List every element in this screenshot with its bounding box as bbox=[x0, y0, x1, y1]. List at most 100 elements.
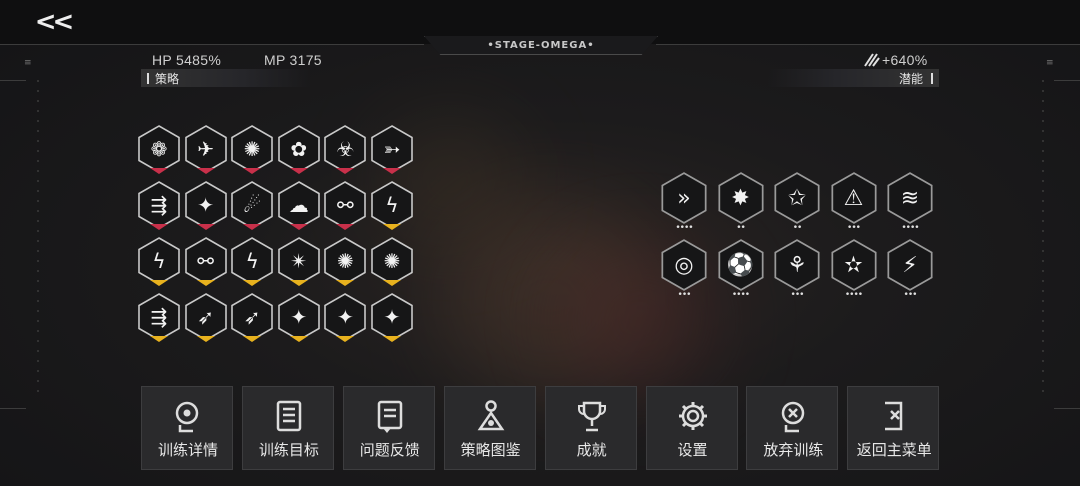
strategy-slot[interactable]: ✺ bbox=[230, 125, 274, 179]
potential-slot[interactable]: ⚠ ••• bbox=[830, 172, 878, 233]
menu-button-5[interactable]: 设置 bbox=[645, 386, 738, 470]
strategy-slot[interactable]: ⇶ bbox=[137, 293, 181, 347]
menu-button-2[interactable]: 问题反馈 bbox=[342, 386, 435, 470]
lightning-icon: ϟ bbox=[245, 249, 259, 273]
blossom-icon: ✿ bbox=[290, 137, 308, 161]
strategy-slot[interactable]: ☄ bbox=[230, 181, 274, 235]
potential-slot[interactable]: ✫ •••• bbox=[830, 239, 878, 300]
red-rank-chevron bbox=[150, 168, 168, 174]
strategy-slot[interactable]: ✦ bbox=[323, 293, 367, 347]
gold-rank-chevron bbox=[196, 280, 215, 286]
strategy-slot[interactable]: ➳ bbox=[370, 125, 414, 179]
gold-rank-chevron bbox=[383, 224, 401, 230]
strategy-slot[interactable]: ✺ bbox=[370, 237, 414, 291]
triangle-warning-icon: ⚠ bbox=[843, 185, 864, 211]
red-rank-chevron bbox=[336, 224, 355, 230]
gold-rank-chevron bbox=[336, 280, 355, 286]
gold-rank-chevron bbox=[243, 336, 262, 342]
potential-title: 潜能 bbox=[898, 71, 923, 86]
strategy-slot[interactable]: ϟ bbox=[370, 181, 414, 235]
codex-icon bbox=[445, 399, 537, 435]
level-dots: ••• bbox=[790, 290, 805, 300]
left-tick-bottom bbox=[0, 408, 26, 409]
vortex-icon: ✺ bbox=[383, 249, 401, 273]
potential-slot[interactable]: ≋ •••• bbox=[886, 172, 934, 233]
stage-title: •STAGE-OMEGA• bbox=[424, 36, 658, 55]
strategy-slot[interactable]: ⇶ bbox=[137, 181, 181, 235]
chain-nodes-icon: ⚯ bbox=[197, 249, 214, 273]
gold-rank-chevron bbox=[336, 336, 355, 342]
right-tick-bottom bbox=[1054, 408, 1080, 409]
menu-button-label: 设置 bbox=[677, 441, 708, 459]
potential-slot[interactable]: ⚡ ••• bbox=[886, 239, 934, 300]
strategy-title: 策略 bbox=[155, 71, 180, 86]
chain-nodes-icon: ⚯ bbox=[337, 193, 354, 217]
strategy-slot[interactable]: ⚯ bbox=[323, 181, 367, 235]
comet-icon: ☄ bbox=[243, 193, 262, 217]
red-rank-chevron bbox=[243, 168, 262, 174]
biohazard-icon: ☣ bbox=[336, 137, 355, 161]
potential-slot[interactable]: ✩ •• bbox=[773, 172, 821, 233]
strategy-slot[interactable]: ✦ bbox=[277, 293, 321, 347]
red-rank-chevron bbox=[196, 168, 215, 174]
strategy-slot[interactable]: ✦ bbox=[370, 293, 414, 347]
menu-button-label: 成就 bbox=[576, 441, 607, 459]
gold-rank-chevron bbox=[150, 280, 168, 286]
strategy-slot[interactable]: ✴ bbox=[277, 237, 321, 291]
potential-header-mark bbox=[931, 72, 933, 84]
red-rank-chevron bbox=[336, 168, 355, 174]
level-dots: •••• bbox=[901, 223, 919, 233]
strategy-slot[interactable]: ✦ bbox=[184, 181, 228, 235]
menu-button-7[interactable]: 返回主菜单 bbox=[847, 386, 940, 470]
menu-button-label: 策略图鉴 bbox=[460, 441, 521, 459]
potential-header: 潜能 bbox=[768, 69, 939, 87]
strategy-slot[interactable]: ✺ bbox=[323, 237, 367, 291]
gold-rank-chevron bbox=[383, 280, 401, 286]
strategy-slot[interactable]: ❁ bbox=[137, 125, 181, 179]
bonus-stat: +640% bbox=[864, 52, 927, 68]
sparkle-icon: ✦ bbox=[290, 305, 308, 329]
menu-button-4[interactable]: 成就 bbox=[544, 386, 637, 470]
head-gear-icon bbox=[142, 399, 234, 435]
menu-button-3[interactable]: 策略图鉴 bbox=[443, 386, 537, 470]
menu-button-label: 问题反馈 bbox=[359, 441, 420, 459]
potential-slot[interactable]: ⚽ •••• bbox=[717, 239, 765, 300]
strategy-slot[interactable]: ✈ bbox=[184, 125, 228, 179]
lightning-icon: ϟ bbox=[152, 249, 166, 273]
hp-stat: HP 5485% bbox=[152, 52, 222, 68]
menu-button-label: 训练目标 bbox=[258, 441, 319, 459]
menu-button-label: 训练详情 bbox=[157, 441, 218, 459]
strategy-slot[interactable]: ➶ bbox=[184, 293, 228, 347]
red-rank-chevron bbox=[243, 224, 262, 230]
divider-right bbox=[656, 44, 1080, 45]
menu-button-6[interactable]: 放弃训练 bbox=[746, 386, 839, 470]
menu-button-0[interactable]: 训练详情 bbox=[141, 386, 233, 470]
vortex-icon: ✺ bbox=[337, 249, 354, 273]
level-dots: ••• bbox=[903, 290, 918, 300]
potential-slot[interactable]: ◎ ••• bbox=[660, 239, 708, 300]
dash-icon: » bbox=[677, 185, 691, 211]
back-button[interactable]: << bbox=[0, 0, 105, 44]
strategy-slot[interactable]: ➶ bbox=[230, 293, 274, 347]
strategy-slot[interactable]: ϟ bbox=[230, 237, 274, 291]
strategy-slot[interactable]: ☣ bbox=[323, 125, 367, 179]
level-dots: •••• bbox=[731, 290, 750, 300]
strategy-slot[interactable]: ⚯ bbox=[184, 237, 228, 291]
strategy-slot[interactable]: ϟ bbox=[137, 237, 181, 291]
left-rail bbox=[37, 80, 39, 400]
potential-slot[interactable]: ⚘ ••• bbox=[773, 239, 821, 300]
potential-slot[interactable]: ✸ •• bbox=[717, 172, 765, 233]
potential-slot[interactable]: » •••• bbox=[660, 172, 708, 233]
menu-button-1[interactable]: 训练目标 bbox=[241, 386, 334, 470]
speed-lines-icon: ≋ bbox=[900, 185, 920, 211]
strategy-slot[interactable]: ✿ bbox=[277, 125, 321, 179]
spiral-slash-icon: ◎ bbox=[674, 252, 694, 278]
arrow-volley-icon: ⇶ bbox=[150, 305, 168, 329]
strategy-header-mark bbox=[147, 72, 149, 84]
claw-icon bbox=[864, 53, 880, 67]
right-tick-top bbox=[1054, 80, 1080, 81]
strategy-slot[interactable]: ☁ bbox=[277, 181, 321, 235]
wing-arrows-icon: ➶ bbox=[243, 305, 261, 329]
arrow-volley-icon: ⇶ bbox=[150, 193, 168, 217]
red-rank-chevron bbox=[383, 168, 401, 174]
